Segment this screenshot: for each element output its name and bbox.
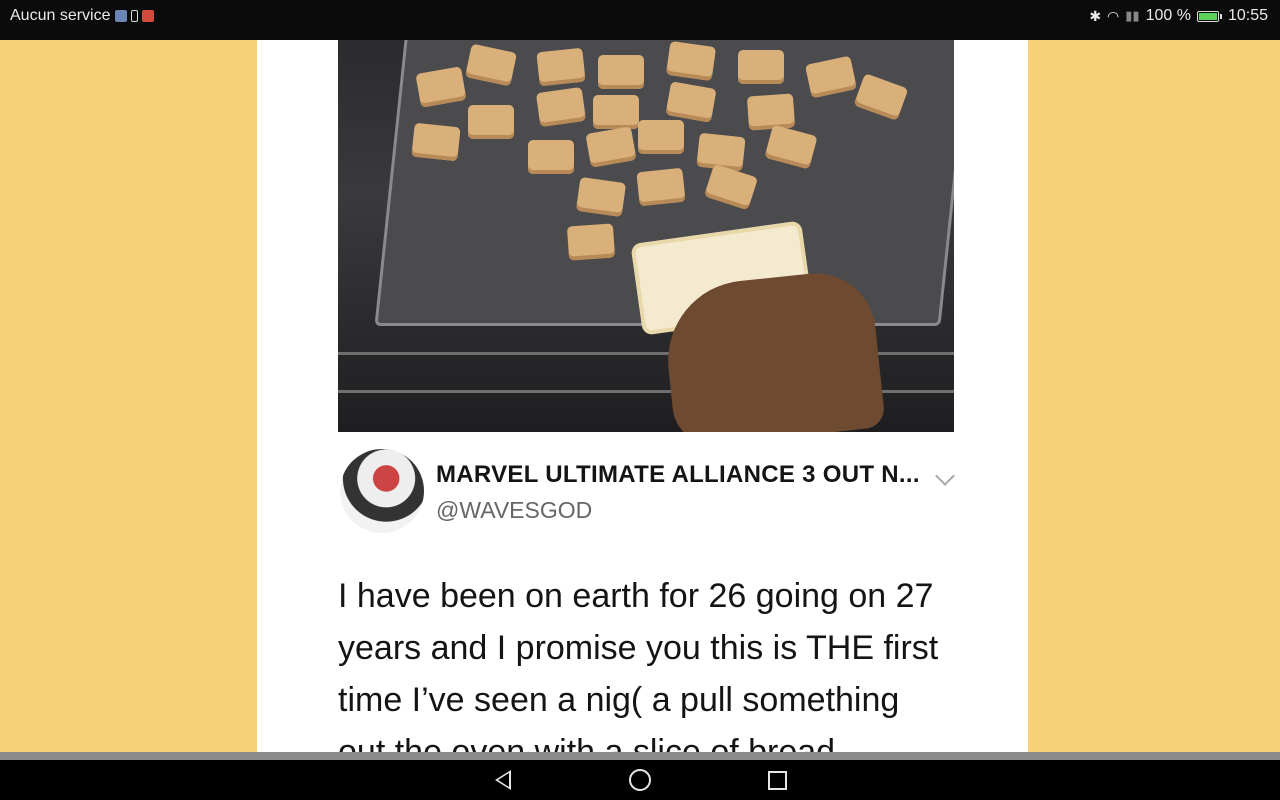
tweet-card: MARVEL ULTIMATE ALLIANCE 3 OUT N... @WAV… (257, 40, 1028, 760)
avatar[interactable] (340, 449, 424, 533)
status-bar: Aucun service ✱ ◠ ▮▮ 100 % 10:55 (0, 0, 1280, 40)
recents-button[interactable] (762, 765, 792, 795)
chevron-down-icon[interactable] (935, 466, 955, 486)
recents-icon (767, 770, 787, 790)
tweet-header: MARVEL ULTIMATE ALLIANCE 3 OUT N... @WAV… (340, 449, 960, 545)
battery-percent: 100 % (1145, 7, 1191, 24)
tweet-text-line: years and I promise you this is THE firs… (338, 629, 939, 667)
carrier-label: Aucun service (10, 7, 111, 24)
status-bar-left: Aucun service (10, 0, 154, 32)
back-icon (495, 770, 511, 790)
tweet-text-line: I have been on earth for 26 going on 27 (338, 577, 934, 615)
signal-icon: ▮▮ (1125, 8, 1140, 23)
display-name[interactable]: MARVEL ULTIMATE ALLIANCE 3 OUT N... (436, 461, 920, 489)
tweet-text-line: time I’ve seen a nig( a pull something (338, 681, 900, 719)
tweet-photo[interactable] (338, 40, 954, 432)
bluetooth-icon: ✱ (1089, 7, 1102, 24)
navigation-bar (0, 760, 1280, 800)
battery-saver-icon (130, 10, 138, 22)
back-button[interactable] (488, 765, 518, 795)
home-icon (629, 769, 651, 791)
notification-icon (141, 10, 154, 22)
status-bar-right: ✱ ◠ ▮▮ 100 % 10:55 (1089, 0, 1268, 32)
nav-bar-edge (0, 752, 1280, 760)
user-handle[interactable]: @WAVESGOD (436, 497, 592, 524)
tweet-text: I have been on earth for 26 going on 27 … (338, 570, 978, 760)
clock: 10:55 (1227, 7, 1268, 24)
battery-icon (1196, 10, 1222, 22)
sim-icon (114, 10, 127, 22)
home-button[interactable] (625, 765, 655, 795)
wifi-icon: ◠ (1107, 7, 1120, 24)
